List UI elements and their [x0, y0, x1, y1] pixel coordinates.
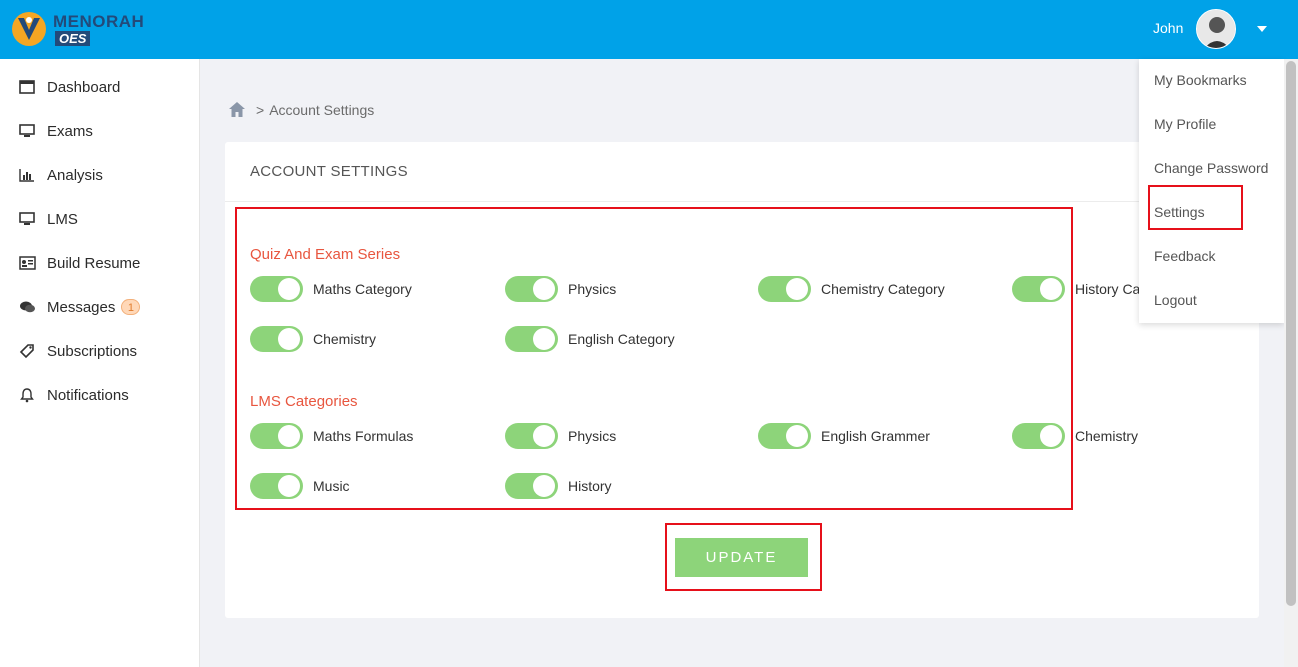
- sidebar-item-label: Notifications: [47, 386, 129, 404]
- tag-icon: [18, 343, 36, 359]
- page-title: ACCOUNT SETTINGS: [250, 163, 408, 180]
- logo-text: MENORAH: [53, 12, 145, 31]
- home-icon[interactable]: [228, 101, 246, 118]
- dropdown-item-logout[interactable]: Logout: [1154, 292, 1197, 308]
- sidebar-item-lms[interactable]: LMS: [0, 197, 200, 241]
- sidebar-item-label: Subscriptions: [47, 342, 138, 360]
- sidebar-item-dashboard[interactable]: Dashboard: [0, 65, 200, 109]
- logo[interactable]: MENORAH OES: [10, 10, 150, 50]
- breadcrumb-current: Account Settings: [269, 101, 375, 118]
- sidebar-item-subscriptions[interactable]: Subscriptions: [0, 329, 200, 373]
- user-name[interactable]: John: [1153, 20, 1183, 36]
- sidebar-item-label: Build Resume: [47, 254, 141, 272]
- messages-count-badge: 1: [121, 299, 141, 315]
- logo-mark-icon: [12, 12, 46, 46]
- sidebar-item-analysis[interactable]: Analysis: [0, 153, 200, 197]
- dashboard-icon: [18, 79, 36, 95]
- bar-chart-icon: [18, 167, 36, 183]
- top-navbar: MENORAH OES John: [0, 0, 1298, 59]
- chevron-down-icon[interactable]: [1257, 26, 1267, 32]
- sidebar-item-label: LMS: [47, 210, 78, 228]
- breadcrumb-separator: >: [256, 101, 265, 118]
- settings-menu-highlight-box: [1148, 185, 1243, 230]
- page-scrollbar[interactable]: [1284, 59, 1298, 667]
- toggle-label: History Ca: [1075, 281, 1141, 297]
- sidebar-item-build-resume[interactable]: Build Resume: [0, 241, 200, 285]
- card-header: ACCOUNT SETTINGS: [225, 142, 1259, 202]
- bell-icon: [18, 387, 36, 403]
- monitor-icon: [18, 211, 36, 227]
- sidebar-item-exams[interactable]: Exams: [0, 109, 200, 153]
- avatar-image-icon: [1197, 10, 1235, 48]
- sidebar-item-label: Dashboard: [47, 78, 121, 96]
- dropdown-item-my-bookmarks[interactable]: My Bookmarks: [1154, 72, 1247, 88]
- sidebar-item-label: Exams: [47, 122, 93, 140]
- dropdown-item-change-password[interactable]: Change Password: [1154, 160, 1268, 176]
- sidebar-item-label: Analysis: [47, 166, 103, 184]
- toggle-label: Chemistry: [1075, 428, 1139, 444]
- dropdown-item-feedback[interactable]: Feedback: [1154, 248, 1215, 264]
- avatar[interactable]: [1196, 9, 1236, 49]
- id-card-icon: [18, 255, 36, 271]
- sidebar: Dashboard Exams Analysis LMS Build Resum…: [0, 59, 200, 667]
- sidebar-item-notifications[interactable]: Notifications: [0, 373, 200, 417]
- sidebar-item-messages[interactable]: Messages 1: [0, 285, 200, 329]
- chat-icon: [18, 299, 36, 315]
- update-highlight-box: [665, 523, 822, 591]
- dropdown-item-my-profile[interactable]: My Profile: [1154, 116, 1216, 132]
- breadcrumb: > Account Settings: [228, 101, 374, 118]
- logo-subtext: OES: [55, 31, 91, 46]
- monitor-icon: [18, 123, 36, 139]
- settings-highlight-box: [235, 207, 1073, 510]
- sidebar-item-label: Messages: [47, 298, 116, 316]
- scrollbar-thumb[interactable]: [1286, 61, 1296, 606]
